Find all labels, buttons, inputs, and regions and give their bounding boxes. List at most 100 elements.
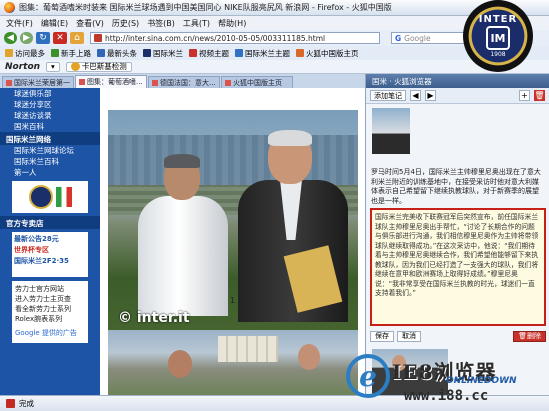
add-note-button[interactable]: 添加笔记	[370, 90, 406, 101]
notes-panel-header: 国米 · 火狐浏览器	[366, 74, 549, 88]
browser-tab[interactable]: 火狐中国版主页	[221, 76, 293, 88]
photo-caption-number: 1	[229, 296, 236, 305]
tab-favicon-icon	[152, 79, 158, 86]
site-favicon-icon	[94, 34, 102, 42]
delete-icon[interactable]: 🗑	[534, 90, 545, 101]
person-right	[238, 130, 348, 322]
prev-note-button[interactable]: ◀	[410, 90, 421, 101]
thumbnail-photo[interactable]	[108, 330, 358, 395]
google-icon: G	[395, 33, 402, 43]
back-button[interactable]: ◀	[4, 32, 17, 44]
bookmark-icon	[97, 49, 105, 57]
browser-tab[interactable]: 国际米兰荣居第一	[2, 76, 74, 88]
bookmark-label: 国际米兰主题	[245, 48, 290, 58]
bookmark-item[interactable]: 新手上路	[51, 48, 91, 59]
forward-button[interactable]: ▶	[20, 32, 33, 44]
store-ad[interactable]: 最新公告28元 世界杯专区 国际米兰2F2·35	[12, 232, 88, 277]
reload-button[interactable]: ↻	[36, 32, 50, 44]
save-button[interactable]: 保存	[370, 330, 394, 342]
bookmark-icon	[235, 49, 243, 57]
left-sidebar: 球迷俱乐部 球迷分享区 球迷访谈录 国米百科 国际米兰网络 国际米兰网球论坛 国际米兰百…	[0, 88, 100, 395]
next-note-button[interactable]: ▶	[425, 90, 436, 101]
sidebar-link[interactable]: 国际米兰网球论坛	[0, 145, 100, 156]
bookmark-item[interactable]: 访问最多	[5, 48, 45, 59]
bookmark-icon	[51, 49, 59, 57]
italy-flag-icon	[55, 187, 72, 207]
bookmark-item[interactable]: 火狐中国版主页	[296, 48, 359, 59]
store-ad-line: 世界杯专区	[14, 246, 49, 254]
sidebar-link[interactable]: 第一人	[0, 167, 100, 178]
delete-button-label: 删除	[527, 332, 541, 340]
new-note-button[interactable]: +	[519, 90, 530, 101]
bookmark-item[interactable]: 最新头条	[97, 48, 137, 59]
menu-tools[interactable]: 工具(T)	[183, 18, 210, 29]
menu-help[interactable]: 帮助(H)	[218, 18, 246, 29]
tab-favicon-icon	[79, 79, 85, 85]
inter-crest-icon	[28, 185, 53, 209]
section-official-store: 官方专卖店	[0, 216, 100, 229]
menu-bookmarks[interactable]: 书签(B)	[147, 18, 175, 29]
bookmark-icon	[143, 49, 151, 57]
notes-toolbar: 添加笔记 ◀ ▶ + 🗑	[366, 88, 549, 104]
menu-history[interactable]: 历史(S)	[112, 18, 139, 29]
sidebar-link[interactable]: 国米百科	[0, 121, 100, 132]
bookmark-label: 新手上路	[61, 48, 91, 58]
ie-logo-icon: e	[346, 354, 390, 398]
google-ad-line: 劳力士官方网站	[15, 285, 64, 293]
window-title: 图集：葡萄酒嗜米时装来 国际米兰球场遇到中国美国同心 NIKE队服亮尻风 新浪网…	[19, 3, 392, 12]
site-watermark: e IE8浏览器 ONLINEDOWN www.i88.cc	[346, 350, 546, 408]
tab-favicon-icon	[225, 79, 231, 86]
article-content: © inter.it 1	[100, 88, 365, 395]
sidebar-link[interactable]: 国际米兰百科	[0, 156, 100, 167]
note-editor[interactable]: 国际米兰完美收下联赛冠军后突然宣布，前任国际米兰球队主帅穆里尼奥出手帮忙，“讨论…	[370, 208, 546, 326]
sidebar-link[interactable]: 球迷俱乐部	[0, 88, 100, 99]
sidebar-link[interactable]: 球迷访谈录	[0, 110, 100, 121]
cancel-button[interactable]: 取消	[397, 330, 421, 342]
section-inter-network: 国际米兰网络	[0, 132, 100, 145]
inter-logo: INTER IM 1908	[463, 0, 533, 72]
bookmark-item[interactable]: 国际米兰	[143, 48, 183, 59]
status-text: 完成	[19, 399, 34, 408]
norton-dropdown[interactable]: ▾	[46, 61, 60, 72]
bookmark-item[interactable]: 国际米兰主题	[235, 48, 290, 59]
panel-article-text: 罗马时间5月4日，国际米兰主帅穆里尼奥出现在了意大利米兰附近的训练基地中，在接受…	[371, 168, 541, 205]
google-ad[interactable]: 劳力士官方网站 进入劳力士主页查 看全新劳力士系列 Rolex腕表系列 Goog…	[12, 281, 88, 343]
menu-file[interactable]: 文件(F)	[6, 18, 33, 29]
tab-label: 火狐中国版主页	[233, 78, 282, 87]
inter-monogram-icon: IM	[486, 26, 510, 50]
tab-label: 图集：葡萄酒嗜...	[87, 78, 143, 86]
store-ad-line: 最新公告28元	[14, 235, 59, 243]
bookmark-item[interactable]: 视频主题	[189, 48, 229, 59]
google-ad-line: 进入劳力士主页查	[15, 295, 71, 303]
menu-edit[interactable]: 编辑(E)	[41, 18, 68, 29]
tab-label: 国际米兰荣居第一	[14, 78, 70, 87]
status-icon	[6, 399, 15, 408]
norton-check-button[interactable]: 卡巴斯基检测	[65, 61, 132, 72]
tab-label: 德国法国：意大...	[160, 78, 216, 87]
watermark-en-text: ONLINEDOWN	[446, 376, 517, 386]
stop-button[interactable]: ✕	[53, 32, 67, 44]
browser-tab[interactable]: 图集：葡萄酒嗜...	[75, 75, 147, 88]
browser-tab[interactable]: 德国法国：意大...	[148, 76, 220, 88]
notes-sidebar-panel: 国米 · 火狐浏览器 添加笔记 ◀ ▶ + 🗑 罗马时间5月4日，国际米兰主帅穆…	[365, 74, 549, 395]
menu-view[interactable]: 查看(V)	[76, 18, 104, 29]
tab-favicon-icon	[6, 79, 12, 86]
sidebar-image-box[interactable]	[12, 181, 88, 213]
google-ad-footer: Google 提供的广告	[15, 329, 77, 337]
home-button[interactable]: ⌂	[70, 32, 84, 44]
bookmark-label: 国际米兰	[153, 48, 183, 58]
bookmark-label: 最新头条	[107, 48, 137, 58]
inter-logo-text: INTER	[478, 14, 518, 25]
window-titlebar: 图集：葡萄酒嗜米时装来 国际米兰球场遇到中国美国同心 NIKE队服亮尻风 新浪网…	[0, 0, 549, 16]
person-left	[138, 154, 228, 316]
photo-watermark: © inter.it	[118, 310, 190, 326]
search-placeholder: Google	[404, 33, 431, 43]
norton-toolbar: Norton ▾ 卡巴斯基检测	[0, 60, 549, 74]
delete-button[interactable]: 🗑 删除	[513, 330, 546, 342]
trash-icon: 🗑	[518, 332, 527, 340]
norton-logo: Norton	[5, 61, 41, 72]
sidebar-link[interactable]: 球迷分享区	[0, 99, 100, 110]
note-actions: 保存 取消 🗑 删除	[370, 329, 546, 343]
norton-check-icon	[70, 62, 80, 71]
url-field[interactable]: http://inter.sina.com.cn/news/2010-05-05…	[90, 32, 380, 44]
